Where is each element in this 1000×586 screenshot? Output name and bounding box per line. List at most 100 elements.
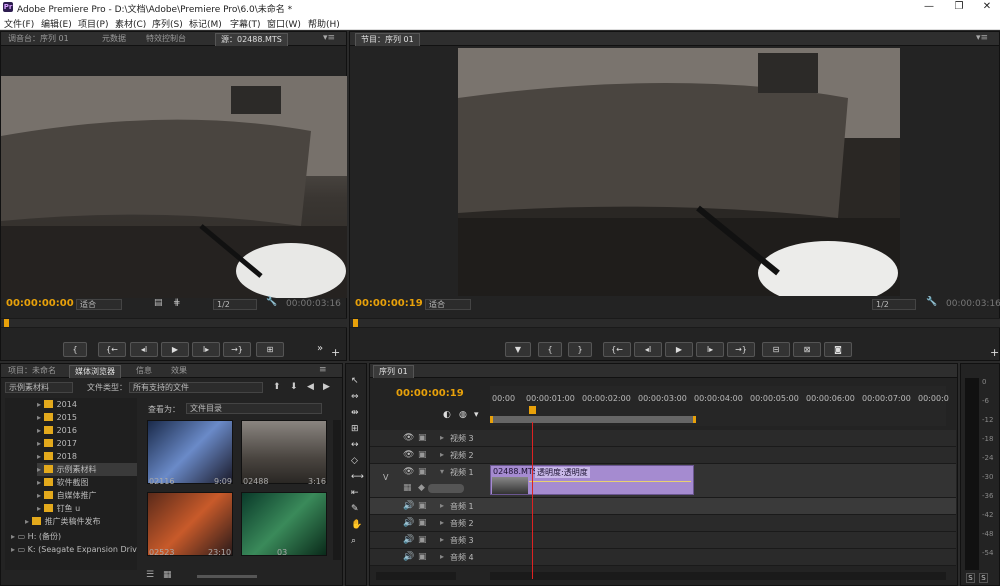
keyframe-icon[interactable]: ◆ <box>418 483 425 493</box>
folder-row[interactable]: ▸ 自媒体推广 <box>37 489 97 502</box>
timeline-scrollbar[interactable] <box>490 572 946 580</box>
lock-icon[interactable]: ▣ <box>418 433 427 443</box>
insert-button[interactable]: ⊞ <box>256 342 284 357</box>
folder-row[interactable]: ▸ 钉鱼 u <box>37 502 80 515</box>
clip-effect-dropdown[interactable]: 透明度:透明度 <box>535 467 590 478</box>
tab-effects[interactable]: 效果 <box>166 365 192 378</box>
program-add-button-icon[interactable]: + <box>990 346 999 359</box>
eye-icon[interactable]: 👁 <box>403 467 414 477</box>
program-step-back-button[interactable]: ◂I <box>634 342 662 357</box>
tab-info[interactable]: 信息 <box>131 365 157 378</box>
program-resolution-dropdown[interactable]: 1/2 <box>872 299 916 310</box>
nav-back-icon[interactable]: ◀ <box>307 382 314 392</box>
lock-icon[interactable]: ▣ <box>418 535 427 545</box>
expand-icon[interactable]: ▸ <box>440 450 444 459</box>
rolling-edit-tool-icon[interactable]: ⊞ <box>351 424 359 434</box>
tab-program[interactable]: 节目：序列 01 <box>355 33 420 46</box>
speaker-icon[interactable]: 🔊 <box>403 518 414 528</box>
timeline-timecode[interactable]: 00:00:00:19 <box>396 388 464 399</box>
source-resolution-dropdown[interactable]: 1/2 <box>213 299 257 310</box>
speaker-icon[interactable]: 🔊 <box>403 535 414 545</box>
folder-row[interactable]: ▸ 2018 <box>37 450 77 463</box>
source-fit-dropdown[interactable]: 适合 <box>76 299 122 310</box>
filetype-dropdown[interactable]: 所有支持的文件 <box>129 382 263 393</box>
media-thumbnail[interactable] <box>241 420 327 484</box>
wrench-icon[interactable]: 🔧 <box>266 297 277 307</box>
eye-icon[interactable]: 👁 <box>403 450 414 460</box>
marker-icon[interactable]: ▾ <box>474 410 479 420</box>
extract-button[interactable]: ⊠ <box>793 342 821 357</box>
program-go-to-in-button[interactable]: {← <box>603 342 631 357</box>
source-scrubber[interactable] <box>1 318 347 328</box>
time-ruler[interactable]: 00:00 00:00:01:00 00:00:02:00 00:00:03:0… <box>490 386 949 426</box>
hand-tool-icon[interactable]: ✋ <box>351 520 362 530</box>
solo-right-button[interactable]: S <box>979 573 988 583</box>
add-button-icon[interactable]: + <box>331 346 340 359</box>
drive-row[interactable]: ▸ ▭ K: (Seagate Expansion Driv <box>11 543 137 556</box>
nav-up-icon[interactable]: ⬆ <box>273 382 281 392</box>
menu-clip[interactable]: 素材(C) <box>115 17 146 30</box>
thumb-scrollbar[interactable] <box>333 420 341 560</box>
program-fit-dropdown[interactable]: 适合 <box>425 299 471 310</box>
video-clip[interactable]: 02488.MTS 透明度:透明度 <box>490 465 694 495</box>
program-scrubber[interactable] <box>350 318 1000 328</box>
lift-button[interactable]: ⊟ <box>762 342 790 357</box>
speaker-icon[interactable]: 🔊 <box>403 552 414 562</box>
display-style-icon[interactable]: ▦ <box>403 483 412 493</box>
more-icon[interactable]: » <box>317 343 323 354</box>
expand-icon[interactable]: ▸ <box>440 552 444 561</box>
menu-project[interactable]: 项目(P) <box>78 17 108 30</box>
speaker-icon[interactable]: 🔊 <box>403 501 414 511</box>
folder-row[interactable]: ▸ 2014 <box>37 398 77 411</box>
opacity-line[interactable] <box>529 481 691 482</box>
set-marker-icon[interactable]: ◍ <box>459 410 467 420</box>
tab-source[interactable]: 源：02488.MTS <box>215 33 288 46</box>
menu-file[interactable]: 文件(F) <box>4 17 34 30</box>
slip-tool-icon[interactable]: ⟷ <box>351 472 364 482</box>
program-panel-menu-icon[interactable]: ▾≡ <box>976 33 988 43</box>
zoom-tool-icon[interactable]: ⌕ <box>351 536 356 546</box>
media-thumbnail[interactable] <box>147 492 233 556</box>
lock-icon[interactable]: ▣ <box>418 501 427 511</box>
solo-left-button[interactable]: S <box>966 573 975 583</box>
program-go-to-out-button[interactable]: →} <box>727 342 755 357</box>
expand-icon[interactable]: ▸ <box>440 535 444 544</box>
close-button[interactable]: ✕ <box>978 1 996 13</box>
source-timecode-in[interactable]: 00:00:00:00 <box>6 298 74 309</box>
lock-icon[interactable]: ▣ <box>418 518 427 528</box>
rate-stretch-tool-icon[interactable]: ↔ <box>351 440 359 450</box>
tab-metadata[interactable]: 元数据 <box>97 33 131 46</box>
razor-tool-icon[interactable]: ◇ <box>351 456 358 466</box>
zoom-slider[interactable] <box>197 575 257 578</box>
step-back-button[interactable]: ◂I <box>130 342 158 357</box>
tab-effect-controls[interactable]: 特效控制台 <box>141 33 191 46</box>
drive-row[interactable]: ▸ ▭ H: (备份) <box>11 530 61 543</box>
lock-icon[interactable]: ▣ <box>418 450 427 460</box>
header-scrollbar[interactable] <box>376 572 456 580</box>
nav-down-icon[interactable]: ⬇ <box>290 382 298 392</box>
safe-margins-icon[interactable]: ▤ <box>154 298 163 308</box>
source-patch-v[interactable]: V <box>383 473 388 482</box>
output-icon[interactable]: ⋕ <box>173 298 181 308</box>
add-marker-button[interactable]: ▼ <box>505 342 531 357</box>
expand-icon[interactable]: ▸ <box>440 518 444 527</box>
go-to-in-button[interactable]: {← <box>98 342 126 357</box>
nav-forward-icon[interactable]: ▶ <box>323 382 330 392</box>
program-mark-in-button[interactable]: { <box>538 342 562 357</box>
program-play-button[interactable]: ▶ <box>665 342 693 357</box>
go-to-out-button[interactable]: →} <box>223 342 251 357</box>
media-thumbnail[interactable] <box>241 492 327 556</box>
tab-audio-mixer[interactable]: 调音台：序列 01 <box>3 33 74 46</box>
expand-icon[interactable]: ▸ <box>440 433 444 442</box>
panel-menu-icon[interactable]: ▾≡ <box>323 33 335 43</box>
menu-marker[interactable]: 标记(M) <box>189 17 222 30</box>
program-wrench-icon[interactable]: 🔧 <box>926 297 937 307</box>
minimize-button[interactable]: — <box>920 1 938 13</box>
menu-title[interactable]: 字幕(T) <box>230 17 261 30</box>
step-forward-button[interactable]: I▸ <box>192 342 220 357</box>
play-button[interactable]: ▶ <box>161 342 189 357</box>
program-step-forward-button[interactable]: I▸ <box>696 342 724 357</box>
menu-edit[interactable]: 编辑(E) <box>41 17 72 30</box>
source-playhead[interactable] <box>4 319 9 327</box>
lock-icon[interactable]: ▣ <box>418 467 427 477</box>
